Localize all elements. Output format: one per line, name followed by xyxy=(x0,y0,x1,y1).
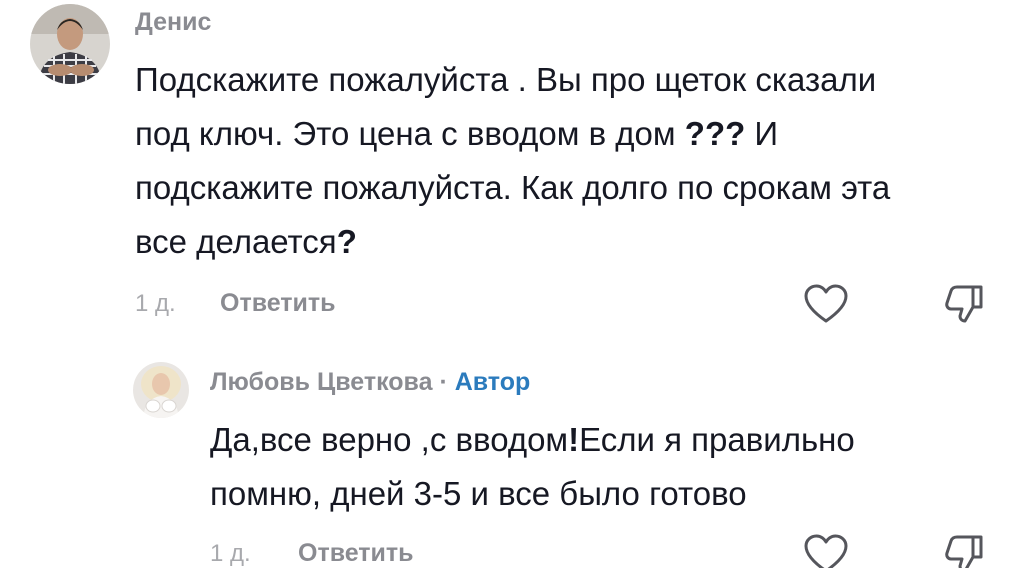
reply-text-line: помню, дней 3-5 и все было готово xyxy=(210,475,747,512)
comment-text-line: подскажите пожалуйста. Как долго по срок… xyxy=(135,169,891,206)
comment-username[interactable]: Денис xyxy=(135,8,211,37)
comment-text-line: все делается? xyxy=(135,223,357,260)
reply-button[interactable]: Ответить xyxy=(220,289,336,318)
comment-timestamp: 1 д. xyxy=(135,290,176,317)
thumbs-down-icon[interactable] xyxy=(943,283,989,325)
reply-reply-button[interactable]: Ответить xyxy=(298,539,414,568)
avatar[interactable] xyxy=(30,4,110,84)
comment-text: Подскажите пожалуйста . Вы про щеток ска… xyxy=(135,53,890,269)
comment-text-line: под ключ. Это цена с вводом в дом ??? И xyxy=(135,115,779,152)
reply-username-row: Любовь Цветкова · Автор xyxy=(210,368,530,397)
heart-icon[interactable] xyxy=(803,533,849,568)
separator-dot: · xyxy=(439,368,448,396)
reply-timestamp: 1 д. xyxy=(210,540,251,567)
thumbs-down-icon[interactable] xyxy=(943,533,989,568)
reply-avatar[interactable] xyxy=(133,362,189,418)
reply-text: Да,все верно ,с вводом!Если я правильно … xyxy=(210,413,855,521)
reply-text-line: Да,все верно ,с вводом!Если я правильно xyxy=(210,421,855,458)
reply-username[interactable]: Любовь Цветкова xyxy=(210,368,432,396)
heart-icon[interactable] xyxy=(803,283,849,325)
avatar-photo xyxy=(133,362,189,418)
avatar-photo xyxy=(30,4,110,84)
comment-text-line: Подскажите пожалуйста . Вы про щеток ска… xyxy=(135,61,877,98)
author-badge: Автор xyxy=(454,368,531,396)
